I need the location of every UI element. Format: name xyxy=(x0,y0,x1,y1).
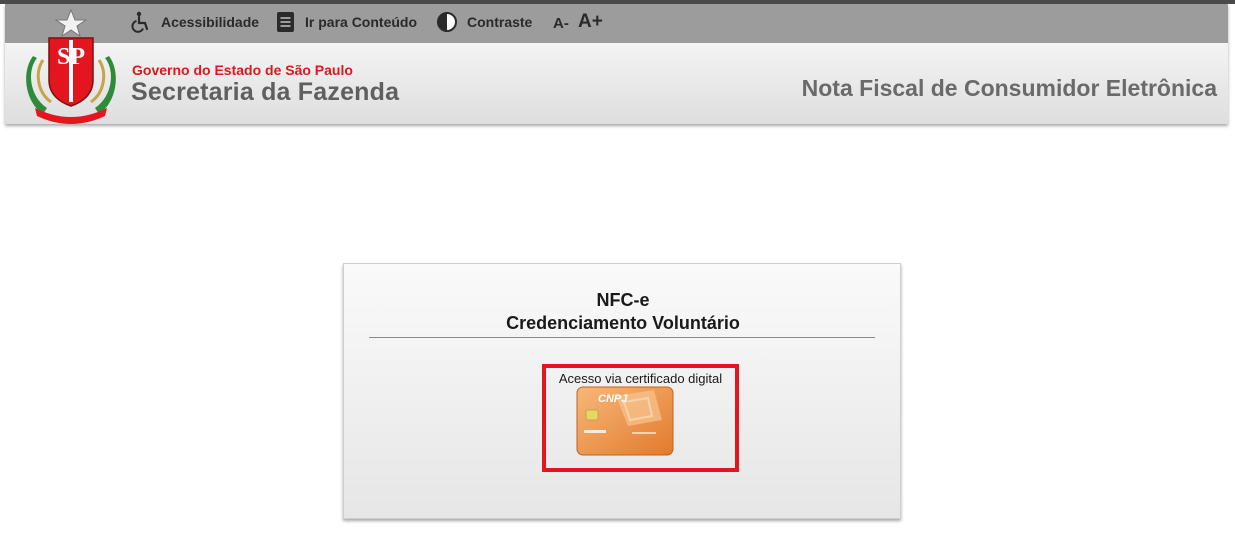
accreditation-panel: NFC-e Credenciamento Voluntário Acesso v… xyxy=(343,263,901,519)
certificate-access-label: Acesso via certificado digital xyxy=(558,371,723,386)
wheelchair-icon xyxy=(131,11,149,33)
panel-divider xyxy=(369,337,875,338)
sp-coat-of-arms-logo: SP xyxy=(26,8,116,124)
contrast-toggle[interactable]: Contraste xyxy=(436,11,532,33)
skip-to-content-label: Ir para Conteúdo xyxy=(305,14,418,30)
font-decrease-button[interactable]: A- xyxy=(553,15,569,32)
font-increase-button[interactable]: A+ xyxy=(578,11,603,33)
system-title: Nota Fiscal de Consumidor Eletrônica xyxy=(801,75,1217,101)
site-header: Acessibilidade Ir para Conteúdo Contrast… xyxy=(5,4,1228,124)
document-icon xyxy=(277,12,294,32)
skip-to-content-link[interactable]: Ir para Conteúdo xyxy=(276,11,417,33)
accessibility-label: Acessibilidade xyxy=(161,14,260,30)
contrast-icon xyxy=(437,12,457,32)
accessibility-bar: Acessibilidade Ir para Conteúdo Contrast… xyxy=(5,4,1228,43)
card-cnpj-text: CNPJ xyxy=(598,393,628,405)
logo-letters: SP xyxy=(57,44,85,70)
accessibility-link[interactable]: Acessibilidade xyxy=(130,11,259,33)
government-name: Governo do Estado de São Paulo xyxy=(132,62,353,78)
contrast-label: Contraste xyxy=(467,14,533,30)
panel-title-line1: NFC-e xyxy=(596,290,650,310)
secretariat-name: Secretaria da Fazenda xyxy=(131,78,400,106)
certificate-access-option[interactable]: Acesso via certificado digital CNPJ xyxy=(542,364,739,472)
panel-title-line2: Credenciamento Voluntário xyxy=(506,313,740,333)
certificate-card-icon[interactable]: CNPJ xyxy=(576,386,676,458)
